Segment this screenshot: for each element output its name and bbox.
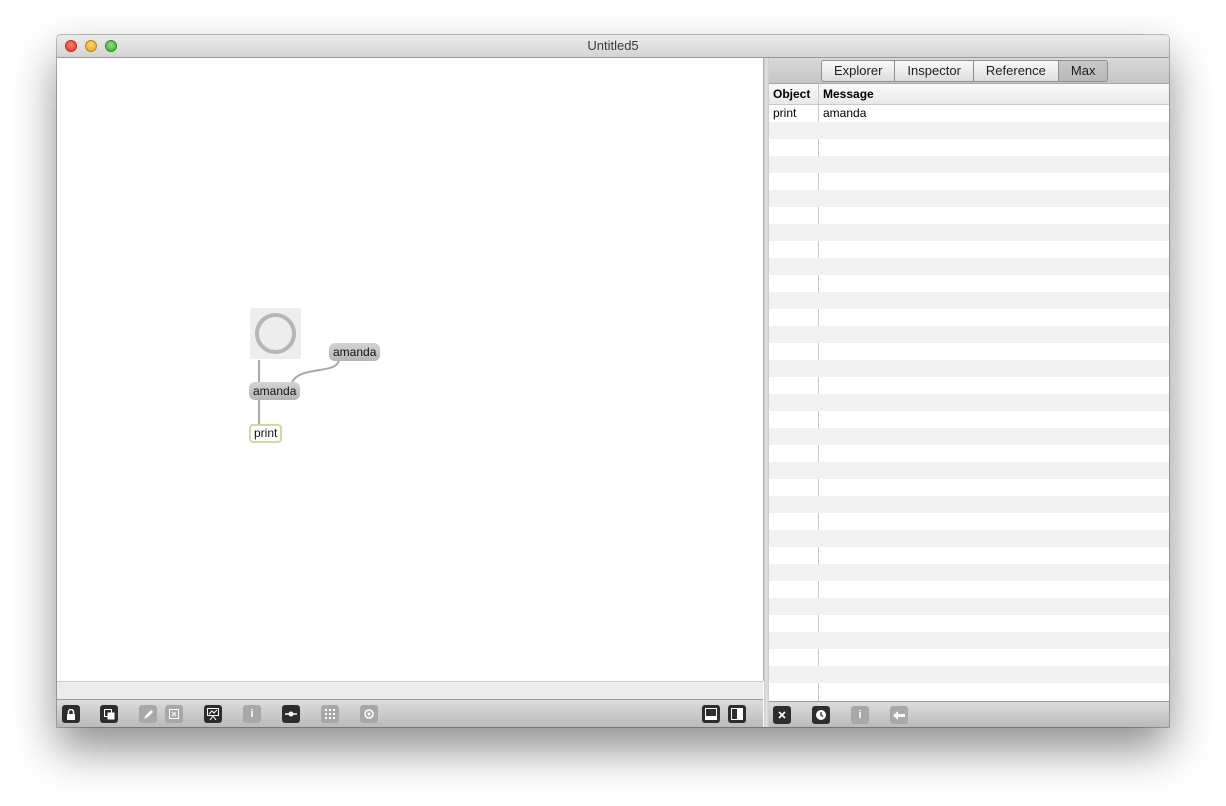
print-object[interactable]: print bbox=[249, 424, 283, 443]
row-message-cell: amanda bbox=[823, 106, 867, 120]
new-view-icon[interactable] bbox=[100, 705, 118, 723]
empty-row bbox=[769, 649, 1169, 666]
empty-row bbox=[769, 683, 1169, 700]
empty-row bbox=[769, 598, 1169, 615]
sidebar-toolbar: i bbox=[769, 701, 1169, 727]
table-row[interactable]: print amanda bbox=[769, 105, 1169, 122]
sidebar: Explorer Inspector Reference Max Object … bbox=[769, 58, 1169, 727]
empty-row bbox=[769, 173, 1169, 190]
snap-icon[interactable] bbox=[360, 705, 378, 723]
horizontal-scrollbar[interactable] bbox=[57, 681, 763, 700]
empty-row bbox=[769, 513, 1169, 530]
connect-icon[interactable] bbox=[282, 705, 300, 723]
info-icon[interactable]: i bbox=[851, 706, 869, 724]
empty-row bbox=[769, 394, 1169, 411]
patch-canvas[interactable]: amanda amanda print bbox=[57, 58, 764, 681]
empty-row bbox=[769, 258, 1169, 275]
max-console-list[interactable]: print amanda bbox=[769, 105, 1169, 701]
empty-row bbox=[769, 632, 1169, 649]
bang-button[interactable] bbox=[250, 308, 301, 359]
title-bar[interactable]: Untitled5 bbox=[57, 35, 1169, 58]
empty-row bbox=[769, 122, 1169, 139]
empty-row bbox=[769, 496, 1169, 513]
empty-row bbox=[769, 326, 1169, 343]
empty-row bbox=[769, 360, 1169, 377]
empty-row bbox=[769, 581, 1169, 598]
grid-icon[interactable] bbox=[321, 705, 339, 723]
minimize-window-button[interactable] bbox=[85, 40, 97, 52]
message-box-left[interactable]: amanda bbox=[249, 382, 301, 400]
patcher-window: Untitled5 amanda amanda print i Explorer… bbox=[57, 35, 1169, 727]
empty-row bbox=[769, 207, 1169, 224]
clock-icon[interactable] bbox=[812, 706, 830, 724]
column-header-message[interactable]: Message bbox=[823, 84, 874, 104]
empty-row bbox=[769, 547, 1169, 564]
window-title: Untitled5 bbox=[587, 38, 639, 53]
max-console-header: Object Message bbox=[769, 84, 1169, 105]
bottom-panel-icon[interactable] bbox=[702, 705, 720, 723]
empty-row bbox=[769, 564, 1169, 581]
patcher-toolbar: i bbox=[57, 699, 763, 727]
empty-row bbox=[769, 666, 1169, 683]
tab-reference[interactable]: Reference bbox=[973, 60, 1059, 82]
back-icon[interactable] bbox=[890, 706, 908, 724]
empty-row bbox=[769, 411, 1169, 428]
delete-icon[interactable] bbox=[165, 705, 183, 723]
empty-row bbox=[769, 530, 1169, 547]
empty-row bbox=[769, 139, 1169, 156]
empty-row bbox=[769, 156, 1169, 173]
edit-icon[interactable] bbox=[139, 705, 157, 723]
tab-inspector[interactable]: Inspector bbox=[895, 60, 974, 82]
close-window-button[interactable] bbox=[65, 40, 77, 52]
empty-row bbox=[769, 479, 1169, 496]
row-object-cell: print bbox=[773, 106, 797, 120]
empty-row bbox=[769, 224, 1169, 241]
sidebar-tab-bar: Explorer Inspector Reference Max bbox=[769, 58, 1169, 84]
clear-icon[interactable] bbox=[773, 706, 791, 724]
lock-icon[interactable] bbox=[62, 705, 80, 723]
empty-row bbox=[769, 241, 1169, 258]
cord-message-to-message[interactable] bbox=[290, 358, 340, 387]
bang-circle-icon bbox=[255, 313, 296, 354]
empty-row bbox=[769, 292, 1169, 309]
empty-row bbox=[769, 615, 1169, 632]
info-icon[interactable]: i bbox=[243, 705, 261, 723]
empty-row bbox=[769, 445, 1169, 462]
sidebar-tabs: Explorer Inspector Reference Max bbox=[821, 60, 1109, 82]
empty-row bbox=[769, 462, 1169, 479]
patch-cords bbox=[258, 358, 340, 424]
tab-explorer[interactable]: Explorer bbox=[821, 60, 896, 82]
side-panel-icon[interactable] bbox=[728, 705, 746, 723]
message-box-right[interactable]: amanda bbox=[329, 343, 381, 361]
column-header-object[interactable]: Object bbox=[773, 84, 810, 104]
empty-row bbox=[769, 343, 1169, 360]
presentation-icon[interactable] bbox=[204, 705, 222, 723]
empty-row bbox=[769, 309, 1169, 326]
empty-row bbox=[769, 428, 1169, 445]
empty-row bbox=[769, 190, 1169, 207]
tab-max[interactable]: Max bbox=[1058, 60, 1109, 82]
empty-row bbox=[769, 377, 1169, 394]
empty-row bbox=[769, 275, 1169, 292]
zoom-window-button[interactable] bbox=[105, 40, 117, 52]
